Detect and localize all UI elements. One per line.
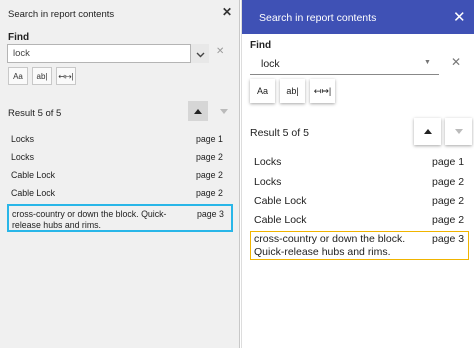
result-text: Locks: [254, 156, 282, 168]
result-count: Result 5 of 5: [8, 108, 62, 119]
result-text: Cable Lock: [254, 195, 307, 207]
clear-icon[interactable]: ✕: [451, 55, 461, 69]
result-text: cross-country or down the block. Quick-r…: [12, 209, 167, 230]
result-page: page 2: [432, 176, 465, 188]
whole-word-button[interactable]: ab|: [280, 79, 305, 103]
result-text: Locks: [254, 176, 282, 188]
result-text: Cable Lock: [254, 214, 307, 226]
result-count: Result 5 of 5: [250, 127, 309, 139]
result-page: page 2: [196, 188, 223, 198]
match-prefix-button[interactable]: ↤↦|: [56, 67, 76, 85]
result-page: page 3: [197, 209, 224, 219]
result-text: Locks: [11, 134, 34, 144]
result-text: Cable Lock: [11, 188, 56, 198]
find-label: Find: [250, 40, 272, 51]
panel-title: Search in report contents: [259, 12, 377, 24]
result-page: page 1: [432, 156, 465, 168]
dropdown-button[interactable]: [190, 44, 209, 63]
result-page: page 2: [432, 195, 465, 207]
result-page: page 1: [196, 134, 223, 144]
result-text: cross-country or down the block. Quick-r…: [254, 233, 406, 258]
previous-result-button[interactable]: [414, 118, 441, 145]
search-panel-classic: Search in report contents ✕ Find lock ✕ …: [0, 0, 240, 348]
find-label: Find: [8, 32, 30, 43]
whole-word-button[interactable]: ab|: [32, 67, 52, 85]
next-result-button[interactable]: [445, 118, 472, 145]
result-page: page 2: [196, 170, 223, 180]
search-input[interactable]: lock: [7, 44, 209, 63]
arrow-up-icon: [194, 108, 202, 114]
arrow-down-icon: [454, 129, 463, 134]
clear-icon[interactable]: ✕: [216, 46, 224, 57]
search-input[interactable]: lock: [261, 58, 280, 70]
arrow-up-icon: [423, 129, 432, 134]
panel-header: Search in report contents ✕: [242, 0, 474, 34]
next-result-button[interactable]: [214, 101, 234, 121]
arrow-down-icon: [220, 108, 228, 114]
match-case-button[interactable]: Aa: [8, 67, 28, 85]
close-icon[interactable]: ✕: [453, 8, 466, 26]
previous-result-button[interactable]: [188, 101, 208, 121]
result-item-selected[interactable]: cross-country or down the block. Quick-r…: [250, 231, 469, 260]
result-item-selected[interactable]: cross-country or down the block. Quick-r…: [7, 204, 233, 232]
chevron-down-icon[interactable]: ▼: [424, 59, 431, 66]
result-page: page 2: [432, 214, 465, 226]
chevron-down-icon: [196, 45, 205, 63]
input-underline: [250, 74, 439, 75]
result-page: page 2: [196, 152, 223, 162]
result-page: page 3: [432, 233, 465, 245]
result-text: Locks: [11, 152, 34, 162]
search-panel-material: Search in report contents ✕ Find lock ▼ …: [241, 0, 474, 348]
panel-title: Search in report contents: [8, 9, 115, 20]
match-case-button[interactable]: Aa: [250, 79, 275, 103]
match-prefix-button[interactable]: ↤↦|: [310, 79, 335, 103]
result-text: Cable Lock: [11, 170, 56, 180]
close-icon[interactable]: ✕: [222, 5, 232, 19]
